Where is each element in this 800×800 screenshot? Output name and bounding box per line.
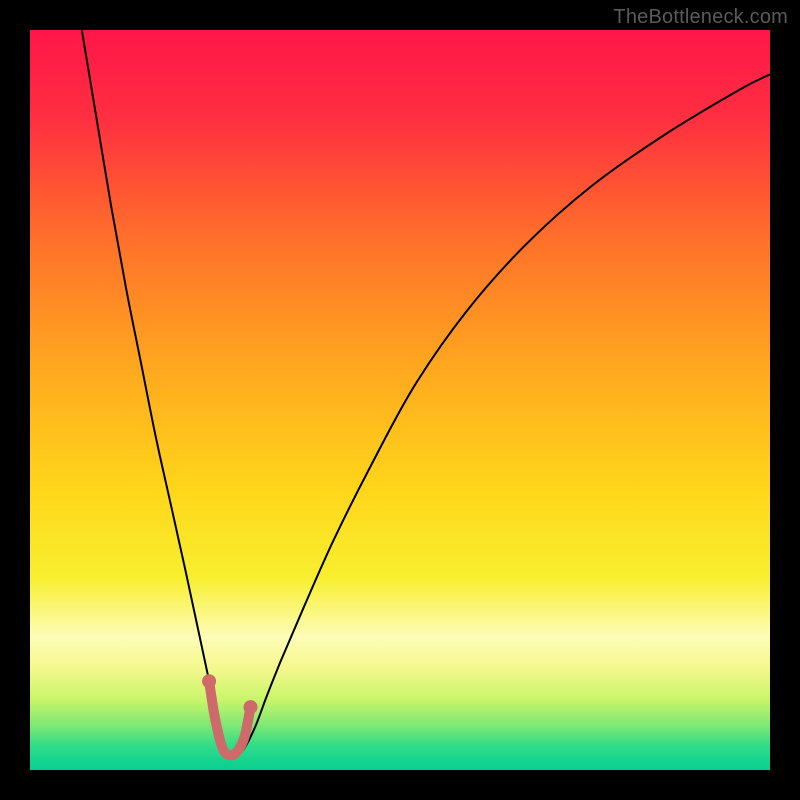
outer-frame: TheBottleneck.com bbox=[0, 0, 800, 800]
watermark-text: TheBottleneck.com bbox=[613, 6, 788, 29]
bottleneck-chart bbox=[30, 30, 770, 770]
chart-background bbox=[30, 30, 770, 770]
plot-area bbox=[30, 30, 770, 770]
